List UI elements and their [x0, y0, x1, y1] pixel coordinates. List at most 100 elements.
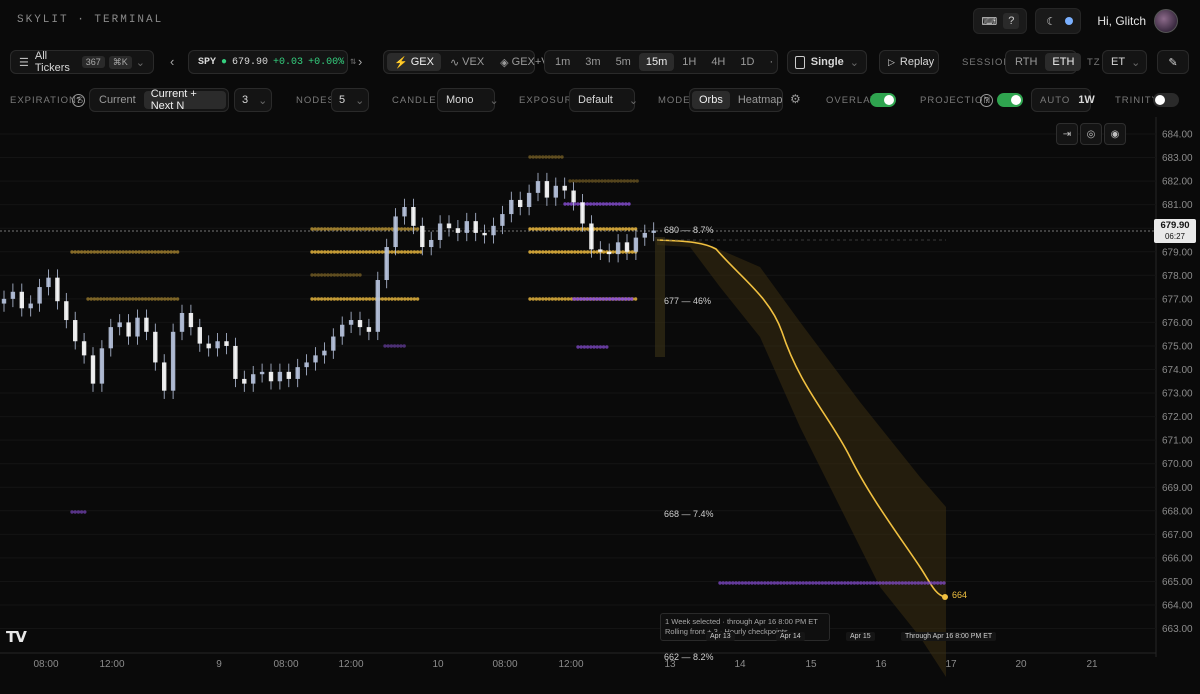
date-tag: Apr 15: [846, 632, 875, 641]
gex-orb: [571, 179, 575, 183]
gex-orb: [153, 297, 157, 301]
gex-orb: [396, 297, 401, 301]
mode-heatmap[interactable]: Heatmap: [731, 91, 790, 109]
tf-3m[interactable]: 3m: [578, 53, 607, 71]
shortcut-badge: ⌘K: [108, 55, 132, 69]
settings-icon[interactable]: ⚙: [790, 92, 801, 106]
gex-orb: [587, 179, 591, 183]
camera-icon[interactable]: ◉: [1104, 123, 1126, 145]
gex-orb: [396, 250, 401, 254]
tf-1m[interactable]: 1m: [548, 53, 577, 71]
gex-orb: [118, 250, 122, 254]
layout-select[interactable]: Single ⌄: [787, 50, 867, 74]
gex-orb: [572, 297, 576, 301]
gex-orb: [907, 581, 911, 585]
overlay-toggle[interactable]: [870, 93, 896, 107]
gex-orb: [86, 297, 90, 301]
gex-orb: [537, 227, 542, 231]
gex-orb: [73, 510, 77, 514]
replay-button[interactable]: ▷ Replay: [879, 50, 939, 74]
session-rth[interactable]: RTH: [1008, 53, 1044, 71]
gex-orb: [371, 297, 375, 301]
gex-orb: [131, 297, 135, 301]
gex-orb: [393, 297, 397, 301]
price-tick-label: 675.00: [1162, 341, 1193, 352]
candle-body: [144, 317, 149, 332]
info-icon[interactable]: ?: [72, 94, 85, 107]
tz-select[interactable]: ET ⌄: [1102, 50, 1147, 74]
gex-orb: [313, 273, 317, 277]
gex-orb: [852, 581, 857, 585]
nodes-select[interactable]: 5 ⌄: [331, 88, 369, 112]
candle-body: [268, 371, 274, 382]
ticker-selector[interactable]: ☰ All Tickers 367 ⌘K ⌄: [10, 50, 154, 74]
session-label: SESSION: [962, 57, 1012, 68]
auto-range[interactable]: AUTO 1W: [1031, 88, 1095, 112]
price-chart[interactable]: 684.00683.00682.00681.00680.00679.00678.…: [0, 117, 1200, 694]
live-dot: ●: [221, 56, 228, 68]
tf-1h[interactable]: 1H: [675, 53, 703, 71]
gex-orb: [380, 250, 385, 254]
chevron-down-icon: ⌄: [355, 94, 365, 107]
gex-orb: [610, 297, 615, 301]
gex-orb: [785, 581, 789, 585]
tf-5m[interactable]: 5m: [609, 53, 638, 71]
draw-button[interactable]: ✎: [1157, 50, 1189, 74]
candle-body: [197, 327, 202, 344]
gex-orb: [553, 297, 558, 301]
avatar[interactable]: [1154, 9, 1178, 33]
session-eth[interactable]: ETH: [1045, 53, 1082, 71]
theme-group: ☾: [1035, 8, 1082, 34]
gex-orb: [367, 227, 372, 231]
gex-orb: [588, 297, 592, 301]
exp-n-select[interactable]: 3 ⌄: [234, 88, 272, 112]
gex-orb: [560, 250, 564, 254]
moon-icon[interactable]: ☾: [1043, 13, 1059, 29]
gex-orb: [630, 227, 635, 231]
tf-1d[interactable]: 1D: [733, 53, 761, 71]
gex-orb: [817, 581, 821, 585]
gex-orb: [163, 250, 167, 254]
gex-orb: [849, 581, 853, 585]
exp-current[interactable]: Current: [92, 91, 143, 109]
candle-body: [340, 324, 345, 337]
projection-toggle[interactable]: [997, 93, 1023, 107]
gex-orb: [332, 250, 337, 254]
scroll-right-icon[interactable]: ⇥: [1056, 123, 1078, 145]
gex-orb: [392, 344, 397, 348]
candle-body: [46, 277, 51, 288]
keyboard-icon[interactable]: ⌨: [981, 13, 997, 29]
tf-15m[interactable]: 15m: [638, 53, 675, 71]
tab-vex[interactable]: ∿ VEX: [443, 53, 491, 71]
gex-orb: [576, 227, 580, 231]
trinity-toggle[interactable]: [1153, 93, 1179, 107]
candle-body: [215, 341, 220, 349]
gex-orb: [550, 155, 555, 159]
gex-orb: [537, 250, 542, 254]
gex-orb: [627, 227, 631, 231]
gex-orb: [579, 345, 583, 349]
level-label: 680 — 8.7%: [664, 225, 714, 235]
gex-orb: [585, 202, 590, 206]
prev-ticker-icon[interactable]: ‹: [170, 54, 174, 69]
symbol-display[interactable]: SPY ● 679.90 +0.03 +0.00% ⇅: [188, 50, 356, 74]
mode-orbs[interactable]: Orbs: [692, 91, 730, 109]
help-button[interactable]: ?: [1003, 13, 1020, 29]
exp-current-next[interactable]: Current + Next N: [143, 88, 226, 112]
more-timeframes-icon[interactable]: ·: [762, 53, 780, 71]
next-ticker-icon[interactable]: ›: [358, 54, 362, 69]
gex-orb: [795, 581, 799, 585]
info-icon[interactable]: ?: [980, 94, 993, 107]
exposure-select[interactable]: Default ⌄: [569, 88, 638, 112]
gex-orb: [323, 273, 327, 277]
candle-body: [304, 362, 309, 368]
target-icon[interactable]: ◎: [1080, 123, 1102, 145]
gex-orb: [775, 581, 780, 585]
gex-orb: [568, 179, 572, 183]
tf-4h[interactable]: 4H: [704, 53, 732, 71]
tab-gex[interactable]: ⚡ GEX: [387, 53, 441, 71]
gex-orb: [326, 297, 330, 301]
candles-select[interactable]: Mono ⌄: [437, 88, 499, 112]
gex-orb: [557, 155, 561, 159]
gex-orb: [607, 297, 611, 301]
